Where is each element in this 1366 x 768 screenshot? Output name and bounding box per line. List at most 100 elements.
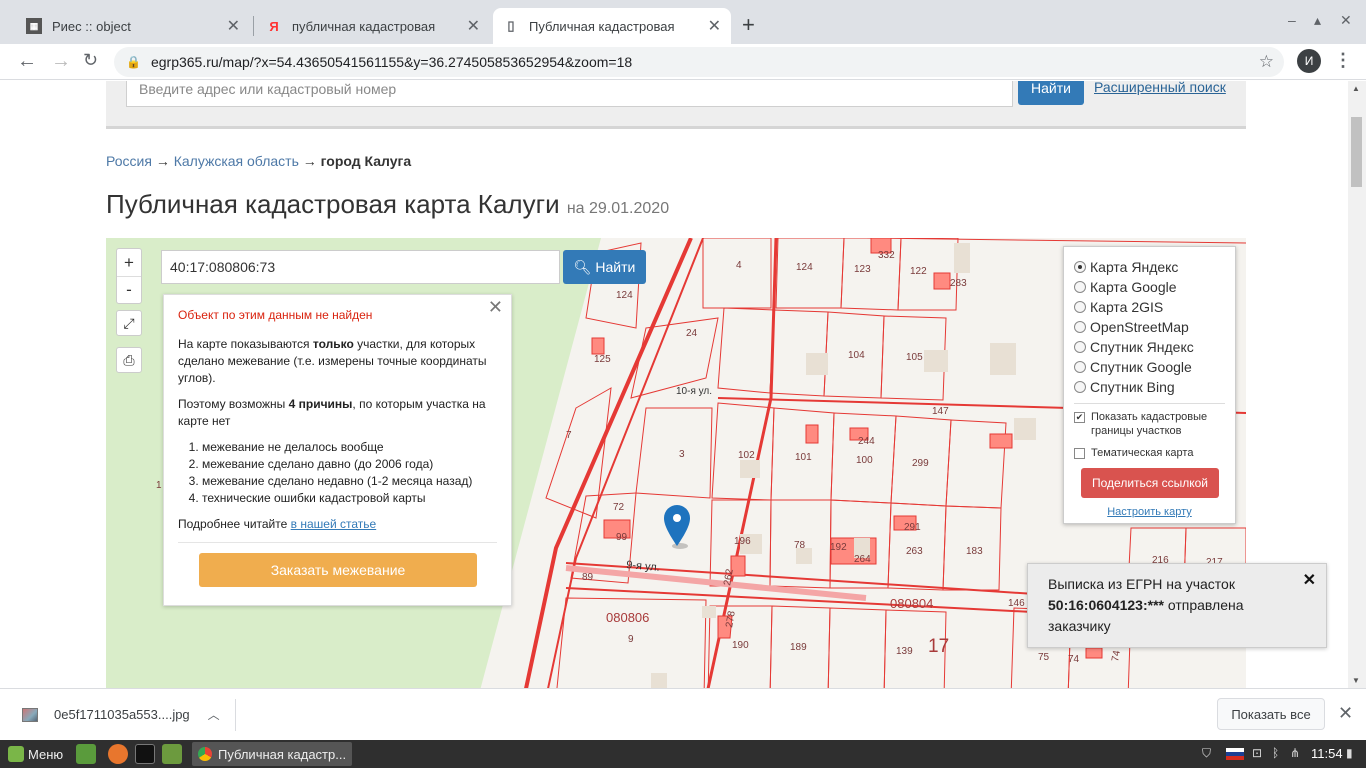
start-menu-label: Меню — [28, 746, 64, 762]
terminal-icon[interactable] — [135, 744, 155, 764]
bookmark-star-icon[interactable]: ☆ — [1259, 52, 1274, 72]
show-all-button[interactable]: Показать все — [1217, 698, 1325, 730]
taskbar-chrome-task[interactable]: Публичная кадастр... — [192, 742, 352, 766]
scroll-down-icon[interactable]: ▼ — [1352, 676, 1360, 685]
clock: 11:54 — [1311, 746, 1343, 761]
search-icon: 🔍︎ — [573, 258, 592, 275]
block-number-label: 17 — [928, 636, 949, 657]
files-icon[interactable] — [162, 744, 182, 764]
chevron-up-icon[interactable]: ︿ — [208, 706, 220, 723]
radio-icon[interactable] — [1074, 361, 1086, 373]
notification-close-icon[interactable]: ✕ — [1303, 570, 1316, 591]
tab-close-icon[interactable]: ✕ — [708, 16, 721, 36]
show-borders-checkbox[interactable]: ✔ Показать кадастровые границы участков — [1074, 410, 1225, 438]
layer-option[interactable]: Спутник Bing — [1074, 377, 1225, 397]
thematic-map-checkbox[interactable]: Тематическая карта — [1074, 446, 1225, 460]
download-bar-close-icon[interactable]: ✕ — [1338, 703, 1353, 724]
tab-title: Публичная кадастровая — [529, 18, 675, 34]
layer-option[interactable]: Спутник Яндекс — [1074, 337, 1225, 357]
site-search-band: Введите адрес или кадастровый номер Найт… — [106, 81, 1246, 129]
network-icon[interactable]: ⋔ — [1290, 746, 1300, 760]
keyboard-layout-flag-icon[interactable] — [1226, 748, 1244, 760]
radio-icon[interactable] — [1074, 301, 1086, 313]
breadcrumb-russia[interactable]: Россия — [106, 153, 152, 169]
profile-avatar[interactable]: И — [1297, 49, 1321, 73]
notifications-icon[interactable]: ▮ — [1346, 746, 1353, 760]
show-desktop-icon[interactable] — [76, 744, 96, 764]
new-tab-icon[interactable]: + — [742, 12, 755, 38]
tab-ries[interactable]: ▦ Риес :: object ✕ — [16, 8, 250, 44]
plot-label: 72 — [613, 502, 625, 513]
lock-icon: 🔒 — [126, 55, 141, 69]
scroll-up-icon[interactable]: ▲ — [1352, 84, 1360, 93]
radio-selected-icon[interactable] — [1074, 261, 1086, 273]
fullscreen-icon[interactable]: ⤢ — [116, 310, 142, 336]
page-scrollbar[interactable]: ▲ ▼ — [1348, 81, 1366, 688]
tab-title: публичная кадастровая — [292, 18, 436, 34]
forward-icon[interactable]: → — [51, 50, 71, 73]
cadastral-number-input[interactable]: 40:17:080806:73 — [161, 250, 560, 284]
browser-menu-icon[interactable]: ⋮ — [1334, 50, 1352, 71]
advanced-search-link[interactable]: Расширенный поиск — [1094, 81, 1226, 95]
tab-close-icon[interactable]: ✕ — [467, 16, 480, 36]
ries-favicon-icon: ▦ — [26, 18, 42, 34]
plot-label: 190 — [732, 640, 749, 651]
article-link[interactable]: в нашей статье — [291, 517, 377, 531]
tab-yandex[interactable]: Я публичная кадастровая ✕ — [256, 8, 490, 44]
list-item: технические ошибки кадастровой карты — [202, 490, 497, 507]
popup-close-icon[interactable]: ✕ — [488, 298, 503, 316]
layer-option[interactable]: Карта 2GIS — [1074, 297, 1225, 317]
order-survey-button[interactable]: Заказать межевание — [199, 553, 477, 587]
tab-close-icon[interactable]: ✕ — [227, 16, 240, 36]
scrollbar-thumb[interactable] — [1351, 117, 1362, 187]
radio-icon[interactable] — [1074, 381, 1086, 393]
address-search-input[interactable]: Введите адрес или кадастровый номер — [126, 81, 1013, 107]
layer-option[interactable]: OpenStreetMap — [1074, 317, 1225, 337]
radio-icon[interactable] — [1074, 321, 1086, 333]
plot-label: 189 — [790, 642, 807, 653]
plot-label: 264 — [854, 554, 871, 565]
download-item[interactable]: 0e5f1711035a553....jpg ︿ — [22, 706, 220, 723]
url-text: egrp365.ru/map/?x=54.43650541561155&y=36… — [150, 54, 633, 70]
popup-paragraph-1: На карте показываются только участки, дл… — [178, 337, 487, 385]
layer-option[interactable]: Карта Яндекс — [1074, 257, 1225, 277]
maximize-icon[interactable]: ▴ — [1314, 12, 1321, 29]
plot-label: 78 — [794, 540, 806, 551]
radio-icon[interactable] — [1074, 341, 1086, 353]
firefox-icon[interactable] — [108, 744, 128, 764]
parcel-outline — [702, 238, 772, 309]
site-search-button[interactable]: Найти — [1018, 81, 1084, 105]
close-window-icon[interactable]: ✕ — [1340, 12, 1352, 29]
tab-title: Риес :: object — [52, 18, 131, 34]
checkbox-checked-icon[interactable]: ✔ — [1074, 412, 1085, 423]
tab-bar: ▦ Риес :: object ✕ Я публичная кадастров… — [0, 0, 1366, 44]
map-find-button[interactable]: 🔍︎ Найти — [563, 250, 646, 284]
bluetooth-icon[interactable]: ᛒ — [1272, 746, 1279, 760]
clipboard-icon[interactable]: ⊡ — [1252, 746, 1262, 760]
share-link-button[interactable]: Поделиться ссылкой — [1081, 468, 1219, 498]
minimize-icon[interactable]: – — [1288, 12, 1296, 28]
street-label-10: 10-я ул. — [676, 386, 712, 397]
checkbox-icon[interactable] — [1074, 448, 1085, 459]
shield-icon[interactable]: ⛉ — [1202, 746, 1211, 761]
block-label: 080806 — [606, 610, 649, 625]
print-icon[interactable]: ⎙ — [116, 347, 142, 373]
address-bar[interactable]: 🔒 egrp365.ru/map/?x=54.43650541561155&y=… — [114, 47, 1284, 77]
plot-label: 283 — [950, 278, 967, 289]
configure-map-link[interactable]: Настроить карту — [1074, 506, 1225, 518]
start-menu-button[interactable]: Меню — [8, 746, 63, 762]
layer-option[interactable]: Карта Google — [1074, 277, 1225, 297]
reload-icon[interactable]: ↻ — [83, 50, 98, 71]
plot-label: 332 — [878, 250, 895, 261]
mint-logo-icon — [8, 746, 24, 762]
breadcrumb-kaluga-region[interactable]: Калужская область — [174, 153, 299, 169]
location-pin-icon[interactable] — [664, 505, 690, 549]
zoom-out-button[interactable]: - — [117, 276, 141, 303]
image-file-icon — [22, 707, 38, 722]
back-icon[interactable]: ← — [17, 50, 37, 73]
tab-egrp365[interactable]: ▯ Публичная кадастровая ✕ — [493, 8, 731, 44]
yandex-favicon-icon: Я — [269, 18, 279, 34]
layer-option[interactable]: Спутник Google — [1074, 357, 1225, 377]
radio-icon[interactable] — [1074, 281, 1086, 293]
zoom-in-button[interactable]: + — [117, 249, 141, 276]
